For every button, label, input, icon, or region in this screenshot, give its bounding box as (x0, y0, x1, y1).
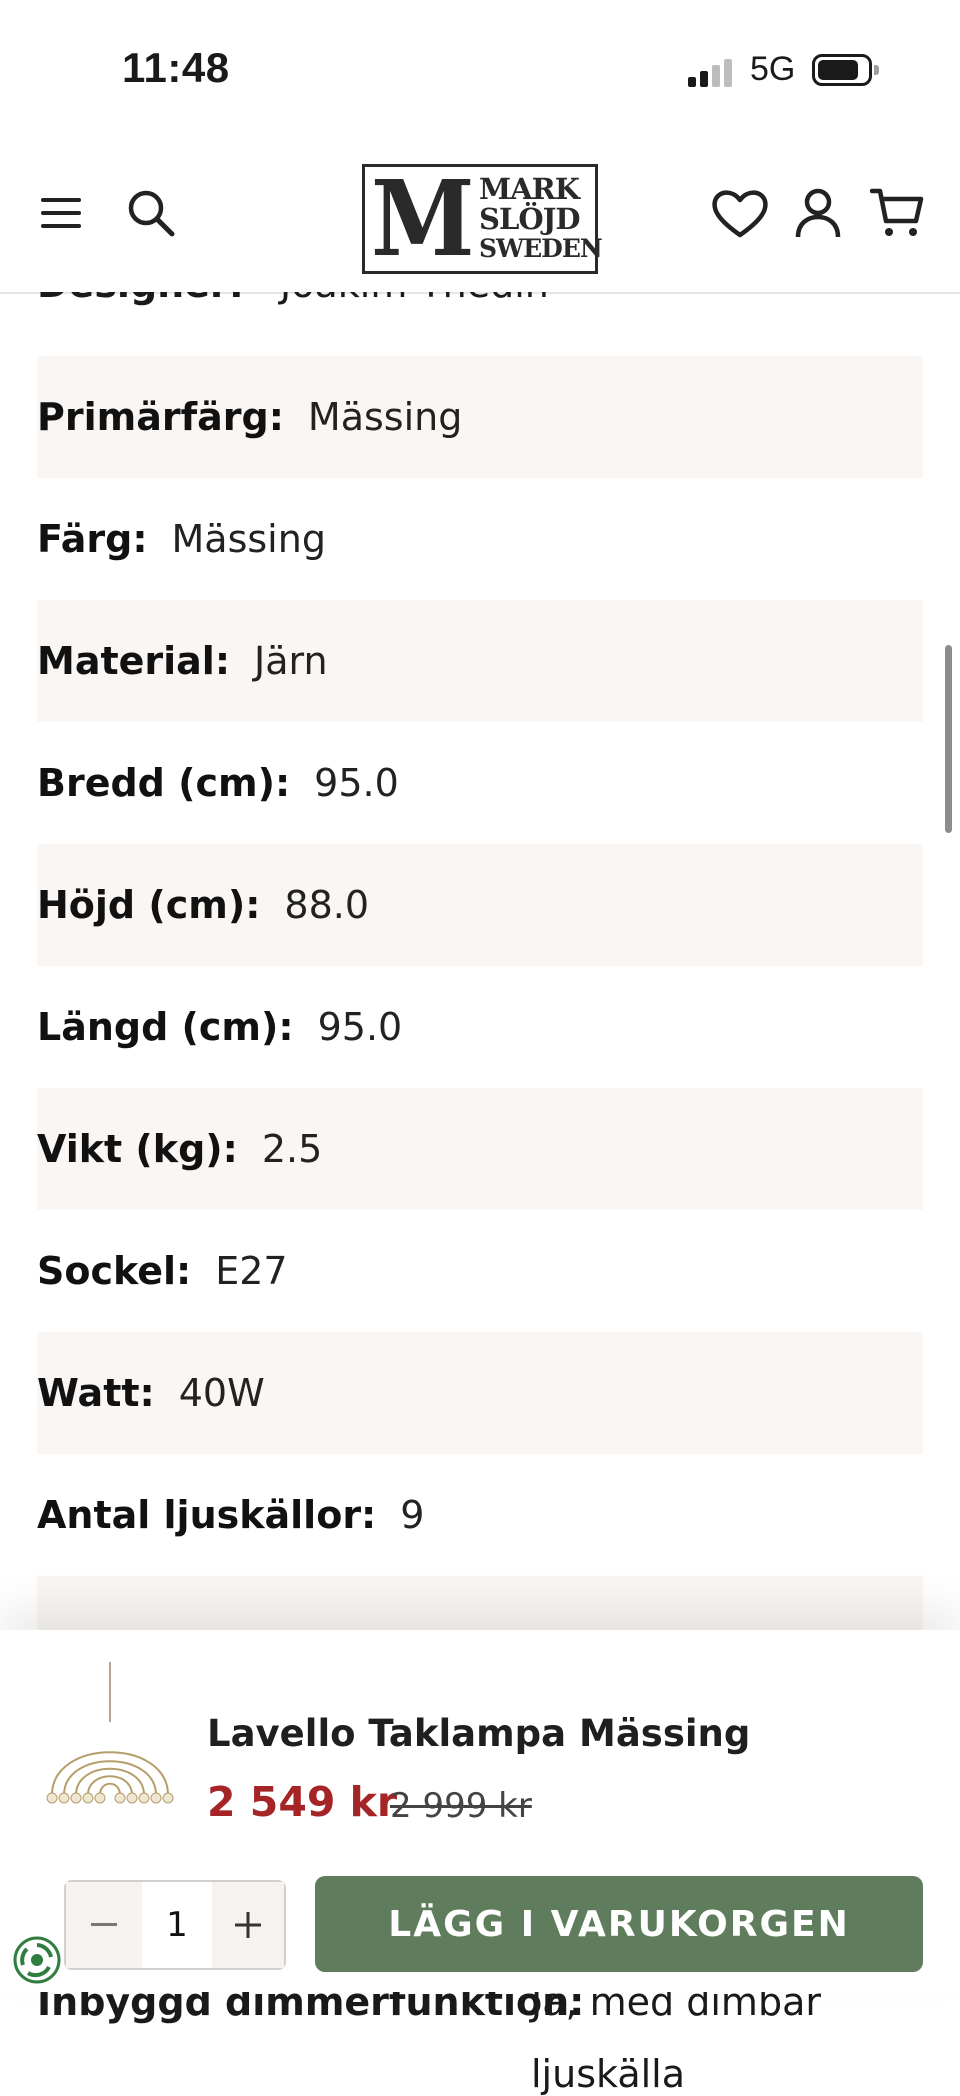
spec-row-clipped: Designer: Joakim Thedin (0, 292, 960, 356)
spec-value: Mässing (307, 395, 463, 439)
spec-row: Längd (cm): 95.0 (37, 966, 923, 1088)
spec-row-partial (37, 1576, 923, 1636)
cellular-signal-icon (688, 57, 736, 87)
logo-line-3: SWEDEN (479, 234, 603, 263)
spec-label: Sockel: (37, 1249, 192, 1293)
decrease-quantity-button[interactable] (66, 1882, 142, 1968)
add-to-cart-button[interactable]: LÄGG I VARUKORGEN (315, 1876, 923, 1972)
menu-button[interactable] (26, 178, 96, 248)
heart-icon (712, 190, 768, 238)
spec-value: Mässing (171, 517, 326, 561)
battery-icon (812, 54, 879, 86)
spec-label: Färg: (37, 517, 148, 561)
user-icon (795, 188, 841, 238)
spec-table: Primärfärg: Mässing Färg: Mässing Materi… (37, 356, 923, 1636)
spec-label: Bredd (cm): (37, 761, 291, 805)
spec-row: Material: Järn (37, 600, 923, 722)
spec-row: Bredd (cm): 95.0 (37, 722, 923, 844)
spec-row: Höjd (cm): 88.0 (37, 844, 923, 966)
logo-mark: M (371, 157, 475, 280)
spec-row: Sockel: E27 (37, 1210, 923, 1332)
plus-icon (235, 1912, 261, 1938)
spec-label: Material: (37, 639, 231, 683)
spec-row: Färg: Mässing (37, 478, 923, 600)
spec-value: 2.5 (261, 1127, 323, 1171)
spec-label: Höjd (cm): (37, 883, 261, 927)
spec-value: 95.0 (314, 761, 399, 805)
spec-value: E27 (215, 1249, 288, 1293)
spec-value-continued: ljuskälla (531, 2052, 686, 2096)
site-logo[interactable]: M MARK SLÖJD SWEDEN (362, 157, 603, 280)
spec-row: Antal ljuskällor: 9 (37, 1454, 923, 1576)
site-header: M MARK SLÖJD SWEDEN (0, 140, 960, 294)
logo-line-2: SLÖJD (479, 202, 580, 236)
wishlist-button[interactable] (705, 178, 775, 248)
quantity-stepper: 1 (64, 1880, 286, 1970)
spec-label: Längd (cm): (37, 1005, 294, 1049)
search-icon (128, 190, 175, 237)
logo-line-1: MARK (479, 172, 580, 206)
cart-icon (870, 188, 924, 236)
sale-price: 2 549 kr (207, 1778, 398, 1826)
spec-label: Watt: (37, 1371, 155, 1415)
account-button[interactable] (783, 178, 853, 248)
spec-value: 95.0 (317, 1005, 403, 1049)
spec-label: Antal ljuskällor: (37, 1493, 377, 1537)
spec-label: Designer: (37, 292, 244, 306)
spec-value: 88.0 (284, 883, 370, 927)
status-bar: 11:48 5G (0, 0, 960, 140)
product-thumbnail (46, 1662, 174, 1804)
spec-label: Primärfärg: (37, 395, 284, 439)
network-type: 5G (750, 50, 796, 88)
increase-quantity-button[interactable] (212, 1882, 284, 1968)
search-button[interactable] (116, 178, 186, 248)
sticky-add-to-cart: Lavello Taklampa Mässing 2 549 kr 2 999 … (0, 1630, 960, 1992)
spec-row: Vikt (kg): 2.5 (37, 1088, 923, 1210)
spec-row: Watt: 40W (37, 1332, 923, 1454)
eco-badge-icon[interactable] (12, 1935, 62, 1985)
spec-value: Joakim Thedin (280, 292, 549, 306)
spec-label: Vikt (kg): (37, 1127, 238, 1171)
original-price: 2 999 kr (390, 1786, 532, 1826)
hamburger-menu-icon (41, 198, 81, 228)
minus-icon (91, 1923, 117, 1926)
spec-value: 40W (178, 1371, 265, 1415)
quantity-value[interactable]: 1 (142, 1882, 212, 1968)
spec-row: Primärfärg: Mässing (37, 356, 923, 478)
scrollbar[interactable] (945, 645, 952, 833)
status-time: 11:48 (122, 44, 230, 91)
spec-value: 9 (400, 1493, 425, 1537)
product-title: Lavello Taklampa Mässing (207, 1712, 751, 1755)
logo-text: MARK SLÖJD SWEDEN (479, 172, 603, 264)
cart-button[interactable] (862, 178, 932, 248)
spec-value: Järn (254, 639, 328, 683)
